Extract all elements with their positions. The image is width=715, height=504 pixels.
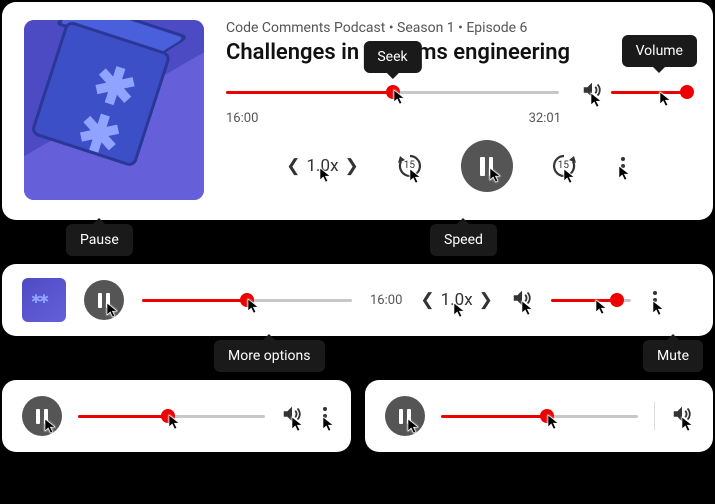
time-elapsed: 16:00 <box>226 111 258 126</box>
volume-icon[interactable] <box>281 403 303 429</box>
volume-icon[interactable] <box>581 79 603 105</box>
chevron-right-icon[interactable]: ❯ <box>479 290 493 310</box>
volume-icon[interactable] <box>511 287 533 313</box>
more-options-tooltip: More options <box>214 340 325 372</box>
album-art <box>22 278 66 322</box>
breadcrumb: Code Comments Podcast • Season 1 • Episo… <box>226 20 691 36</box>
speed-control[interactable]: ❮ 1.0x ❯ <box>420 290 493 310</box>
time-elapsed: 16:00 <box>370 293 402 308</box>
more-options-button[interactable] <box>649 287 661 313</box>
pause-button[interactable] <box>385 396 425 436</box>
volume-slider[interactable] <box>551 293 631 307</box>
chevron-left-icon[interactable]: ❮ <box>286 156 300 176</box>
speed-tooltip: Speed <box>430 224 497 256</box>
pause-button[interactable] <box>461 140 513 192</box>
speed-value: 1.0x <box>441 290 473 310</box>
player-large: ✱✱ Code Comments Podcast • Season 1 • Ep… <box>2 2 713 220</box>
mute-icon[interactable] <box>671 403 693 429</box>
seek-slider[interactable] <box>441 409 639 423</box>
pause-button[interactable] <box>84 280 124 320</box>
seek-slider[interactable]: Seek <box>226 85 559 99</box>
player-small-b: Mute <box>365 380 714 452</box>
skip-back-button[interactable]: 15 <box>395 151 425 181</box>
mute-tooltip: Mute <box>643 340 703 372</box>
pause-button[interactable] <box>22 396 62 436</box>
seek-tooltip: Seek <box>363 41 421 73</box>
seek-slider[interactable] <box>78 409 265 423</box>
more-options-button[interactable] <box>319 403 331 429</box>
player-small-a: More options <box>2 380 351 452</box>
skip-forward-button[interactable]: 15 <box>549 151 579 181</box>
chevron-left-icon[interactable]: ❮ <box>420 290 434 310</box>
speed-control[interactable]: ❮ 1.0x ❯ <box>286 156 359 176</box>
volume-slider[interactable] <box>611 85 691 99</box>
time-total: 32:01 <box>529 111 561 126</box>
volume-tooltip: Volume <box>622 35 697 67</box>
chevron-right-icon[interactable]: ❯ <box>345 156 359 176</box>
player-medium: Pause Speed 16:00 ❮ 1.0x ❯ <box>2 264 713 336</box>
seek-slider[interactable] <box>142 293 352 307</box>
speed-value: 1.0x <box>306 156 338 176</box>
more-options-button[interactable] <box>615 151 631 181</box>
album-art: ✱✱ <box>24 20 204 200</box>
pause-tooltip: Pause <box>66 224 133 256</box>
divider <box>654 402 655 430</box>
